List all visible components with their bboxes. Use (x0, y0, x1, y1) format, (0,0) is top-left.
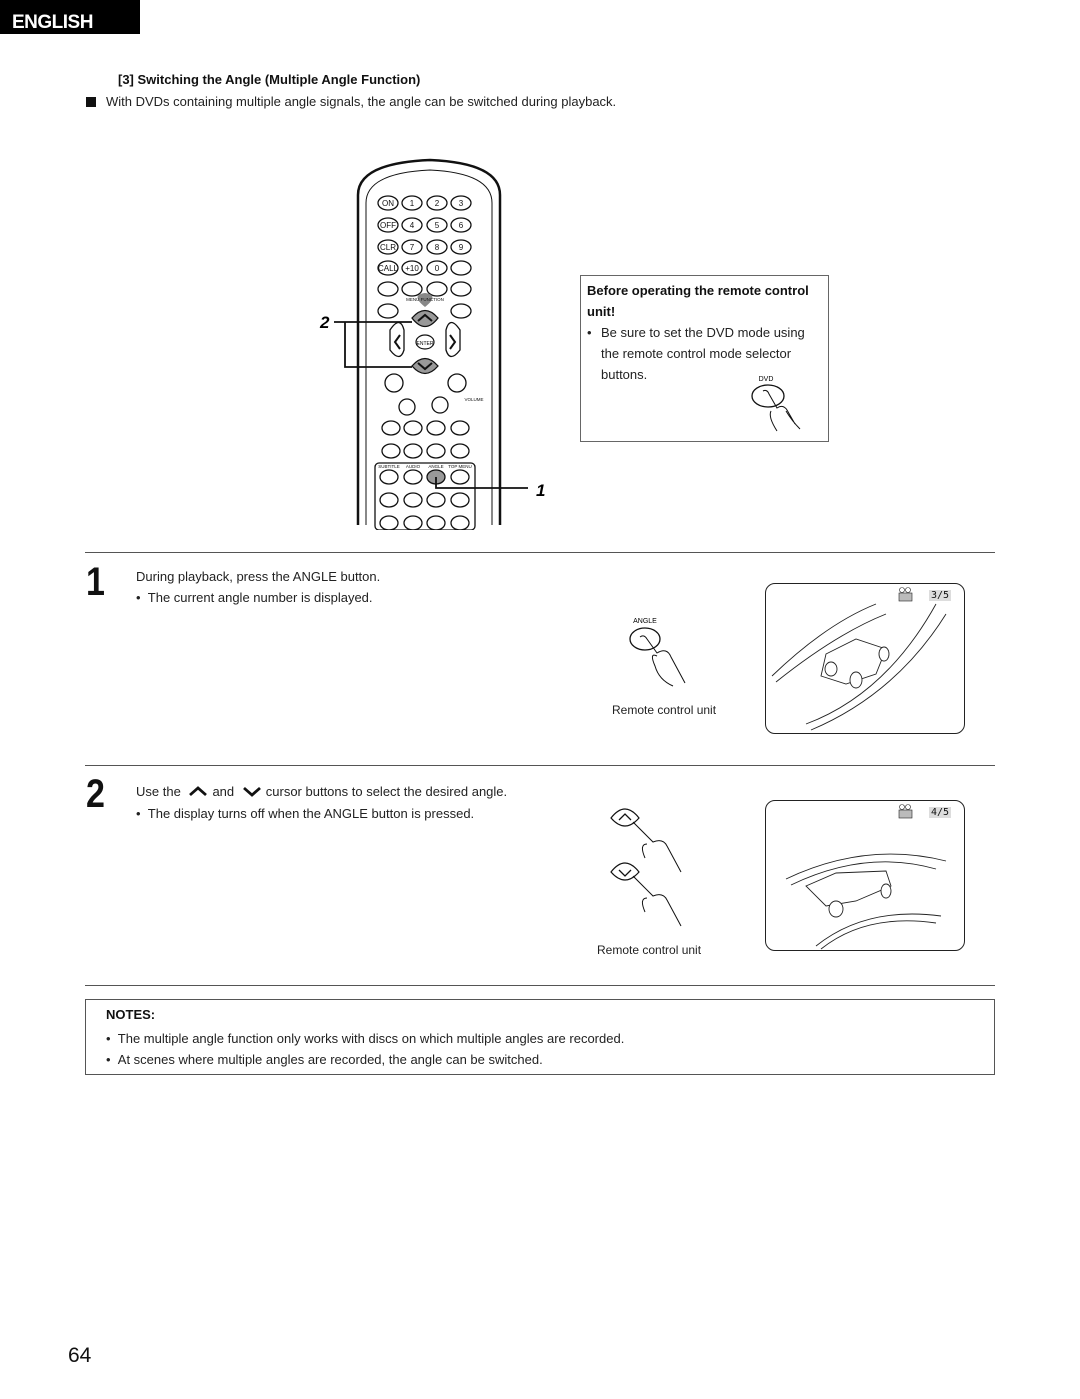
svg-text:5: 5 (435, 221, 440, 230)
angle-button (629, 627, 661, 651)
step-2-text: Use the and cursor buttons to select the… (136, 784, 508, 799)
step-2-bullet: • The display turns off when the ANGLE b… (136, 806, 475, 821)
svg-text:3: 3 (459, 199, 464, 208)
tv-screen-angle-3: 3/5 (765, 583, 965, 734)
svg-text:8: 8 (435, 243, 440, 252)
callout-1-leader (435, 477, 528, 489)
notes-box: NOTES: • The multiple angle function onl… (85, 999, 995, 1075)
svg-text:6: 6 (459, 221, 464, 230)
svg-text:ON: ON (382, 199, 394, 208)
svg-text:+10: +10 (405, 264, 419, 273)
step-1-caption: Remote control unit (612, 703, 717, 717)
angle-indicator: 3/5 (929, 590, 952, 601)
step-1-bullet: • The current angle number is displayed. (136, 590, 373, 605)
hand-icon (762, 389, 801, 432)
hand-icon (639, 635, 686, 687)
callout-1: 1 (536, 481, 545, 500)
svg-text:TOP MENU: TOP MENU (448, 464, 472, 469)
page-number: 64 (68, 1344, 92, 1367)
step-2-caption: Remote control unit (597, 943, 702, 957)
svg-text:0: 0 (435, 264, 440, 273)
dvd-button (751, 384, 785, 408)
svg-text:7: 7 (410, 243, 415, 252)
before-operating-box: Before operating the remote control unit… (580, 275, 829, 442)
language-tab: ENGLISH (0, 0, 140, 34)
intro-text: With DVDs containing multiple angle sign… (86, 94, 616, 109)
svg-text:CLR: CLR (380, 243, 396, 252)
chevron-down-icon (242, 786, 261, 797)
cursor-up-button (411, 309, 439, 328)
dvd-button-label: DVD (759, 376, 774, 383)
callout-2: 2 (319, 313, 330, 332)
divider (85, 985, 995, 986)
language-label: ENGLISH (12, 12, 93, 33)
infobox-heading: Before operating the remote control unit… (587, 283, 809, 319)
note-item: • At scenes where multiple angles are re… (106, 1052, 543, 1067)
step-1-text: During playback, press the ANGLE button. (136, 569, 381, 584)
notes-title: NOTES: (106, 1007, 156, 1022)
camera-icon (898, 592, 913, 602)
svg-text:2: 2 (435, 199, 440, 208)
tv-screen-angle-4: 4/5 (765, 800, 965, 951)
camera-icon (898, 809, 913, 819)
chevron-down-icon (618, 869, 632, 877)
square-bullet-icon (86, 97, 96, 107)
cursor-down-button (411, 357, 439, 375)
race-car-illustration (785, 804, 947, 950)
chevron-up-icon (618, 813, 632, 821)
svg-text:AUDIO: AUDIO (406, 464, 421, 469)
angle-button-hand-illustration: ANGLE (629, 618, 686, 687)
svg-text:CALL: CALL (378, 264, 399, 273)
chevron-up-icon (189, 786, 208, 797)
svg-text:OFF: OFF (380, 221, 396, 230)
section-title: [3] Switching the Angle (Multiple Angle … (118, 72, 421, 87)
cursor-buttons-hand-illustration (610, 808, 682, 927)
dvd-button-hand-illustration: DVD (751, 376, 801, 432)
note-item: • The multiple angle function only works… (106, 1031, 625, 1046)
divider (85, 765, 995, 766)
angle-button-label: ANGLE (633, 618, 657, 625)
svg-text:1: 1 (410, 199, 415, 208)
svg-text:ENTER: ENTER (417, 341, 434, 347)
svg-text:4: 4 (410, 221, 415, 230)
svg-text:9: 9 (459, 243, 464, 252)
svg-text:ANGLE: ANGLE (428, 464, 443, 469)
race-car-illustration (771, 587, 947, 731)
divider (85, 552, 995, 553)
svg-text:MENU FUNCTION: MENU FUNCTION (406, 297, 444, 302)
remote-control-illustration: ON 1 2 3 OFF 4 5 6 CLR 7 8 9 CALL +10 0 ENTER MENU … (319, 158, 545, 530)
step-1-number: 1 (86, 560, 105, 604)
svg-text:SUBTITLE: SUBTITLE (378, 464, 400, 469)
step-2-number: 2 (86, 772, 105, 816)
intro-label: With DVDs containing multiple angle sign… (106, 94, 617, 109)
angle-indicator: 4/5 (929, 807, 952, 818)
svg-text:VOLUME: VOLUME (464, 397, 483, 402)
